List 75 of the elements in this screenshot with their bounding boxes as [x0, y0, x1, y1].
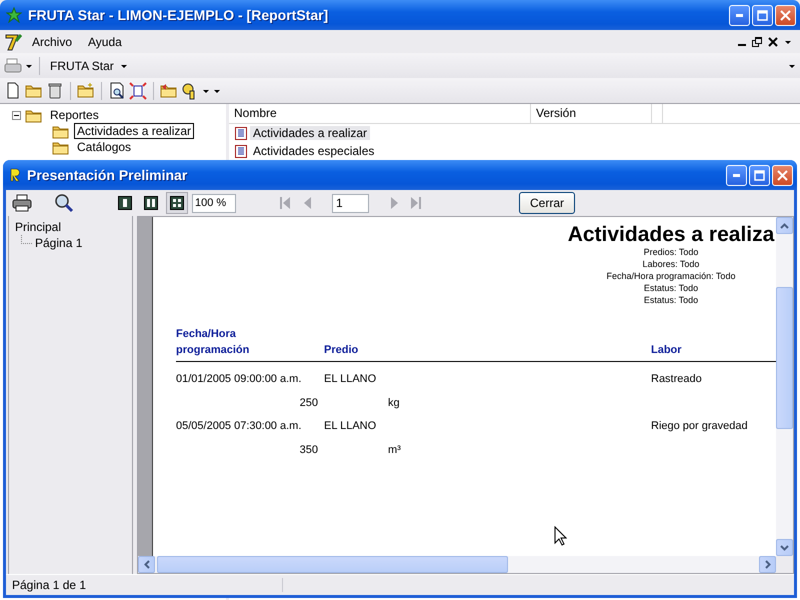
- maximize-icon: [757, 10, 768, 20]
- filter-text: Predios: Todo: [644, 246, 698, 258]
- list-item[interactable]: Actividades a realizar: [250, 126, 370, 140]
- close-button[interactable]: [775, 4, 796, 26]
- zoom-field[interactable]: 100 %: [192, 194, 236, 212]
- tree-item[interactable]: Actividades a realizar: [74, 123, 194, 139]
- app-logo-icon: [4, 32, 22, 50]
- outline-item[interactable]: Principal: [15, 219, 132, 235]
- star-icon: [6, 7, 22, 23]
- page-layout-icon: [170, 196, 184, 210]
- restore-icon[interactable]: [752, 36, 762, 46]
- minimize-button[interactable]: [726, 164, 747, 186]
- close-preview-button[interactable]: Cerrar: [519, 192, 575, 214]
- minimize-icon: [733, 174, 740, 176]
- toolbar-dropdown[interactable]: FRUTA Star: [46, 56, 132, 74]
- filter-text: Fecha/Hora programación: Todo: [606, 270, 736, 282]
- window-title: FRUTA Star - LIMON-EJEMPLO - [ReportStar]: [28, 7, 330, 23]
- menu-item[interactable]: Archivo: [26, 32, 78, 50]
- table-cell: m³: [388, 444, 401, 456]
- table-cell-text: EL LLANO: [324, 373, 378, 385]
- printer-icon[interactable]: [12, 194, 32, 212]
- filter-text: Labores: Todo: [642, 258, 700, 270]
- view-mode-button[interactable]: [166, 192, 188, 214]
- table-cell-text: 250: [298, 397, 318, 409]
- report-icon: [235, 144, 247, 158]
- column-header: Predio: [324, 343, 360, 358]
- last-page-icon: [410, 195, 422, 211]
- report-title: Actividades a realiza: [568, 224, 774, 246]
- table-cell: kg: [388, 397, 400, 409]
- horizontal-scrollbar[interactable]: [138, 556, 776, 573]
- r-logo-icon: [9, 168, 21, 182]
- mouse-pointer-icon: [554, 526, 567, 546]
- tree-item[interactable]: Catálogos: [74, 139, 134, 155]
- scroll-thumb[interactable]: [776, 287, 793, 429]
- page-layout-icon: [144, 196, 158, 210]
- report-icon: [235, 126, 247, 140]
- trash-icon[interactable]: [46, 82, 64, 100]
- tree-item[interactable]: Reportes: [47, 107, 102, 123]
- minimize-button[interactable]: [729, 4, 750, 26]
- maximize-icon: [754, 170, 765, 180]
- column-header: Labor: [651, 343, 683, 358]
- page-layout-icon: [118, 196, 132, 210]
- close-icon: [780, 10, 791, 20]
- preview-icon[interactable]: [108, 82, 126, 100]
- search-icon[interactable]: [54, 193, 74, 213]
- vertical-scrollbar[interactable]: [776, 217, 793, 556]
- minimize-icon: [736, 14, 743, 16]
- folder-arrow-icon[interactable]: [160, 82, 178, 100]
- close-icon[interactable]: [768, 36, 778, 46]
- table-cell-text: EL LLANO: [324, 420, 378, 432]
- close-button[interactable]: [772, 164, 793, 186]
- filter-text: Estatus: Todo: [644, 294, 698, 306]
- menu-item[interactable]: Ayuda: [82, 32, 128, 50]
- list-item[interactable]: Actividades especiales: [250, 144, 378, 158]
- page-number-field[interactable]: 1: [332, 194, 369, 212]
- close-icon: [777, 170, 788, 180]
- maximize-button[interactable]: [749, 164, 770, 186]
- status-text: Página 1 de 1: [12, 578, 283, 592]
- maximize-button[interactable]: [752, 4, 773, 26]
- table-cell-text: 05/05/2005 07:30:00 a.m.: [176, 420, 302, 432]
- filter-text: Estatus: Todo: [644, 282, 698, 294]
- new-folder-icon[interactable]: [77, 82, 95, 100]
- table-cell-text: Riego por gravedad: [651, 420, 749, 432]
- scroll-thumb[interactable]: [157, 556, 508, 573]
- first-page-icon: [279, 195, 291, 211]
- next-page-icon: [388, 195, 400, 211]
- column-header: Fecha/Hora programación: [176, 327, 250, 358]
- window-title: Presentación Preliminar: [27, 167, 188, 183]
- table-cell-text: 01/01/2005 09:00:00 a.m.: [176, 373, 302, 385]
- column-header[interactable]: Versión: [531, 104, 652, 123]
- column-header[interactable]: Nombre: [229, 104, 531, 123]
- collapse-icon[interactable]: [12, 110, 21, 120]
- table-cell-text: Rastreado: [651, 373, 703, 385]
- outline-item[interactable]: Página 1: [35, 235, 82, 251]
- table-cell-text: 350: [298, 444, 318, 456]
